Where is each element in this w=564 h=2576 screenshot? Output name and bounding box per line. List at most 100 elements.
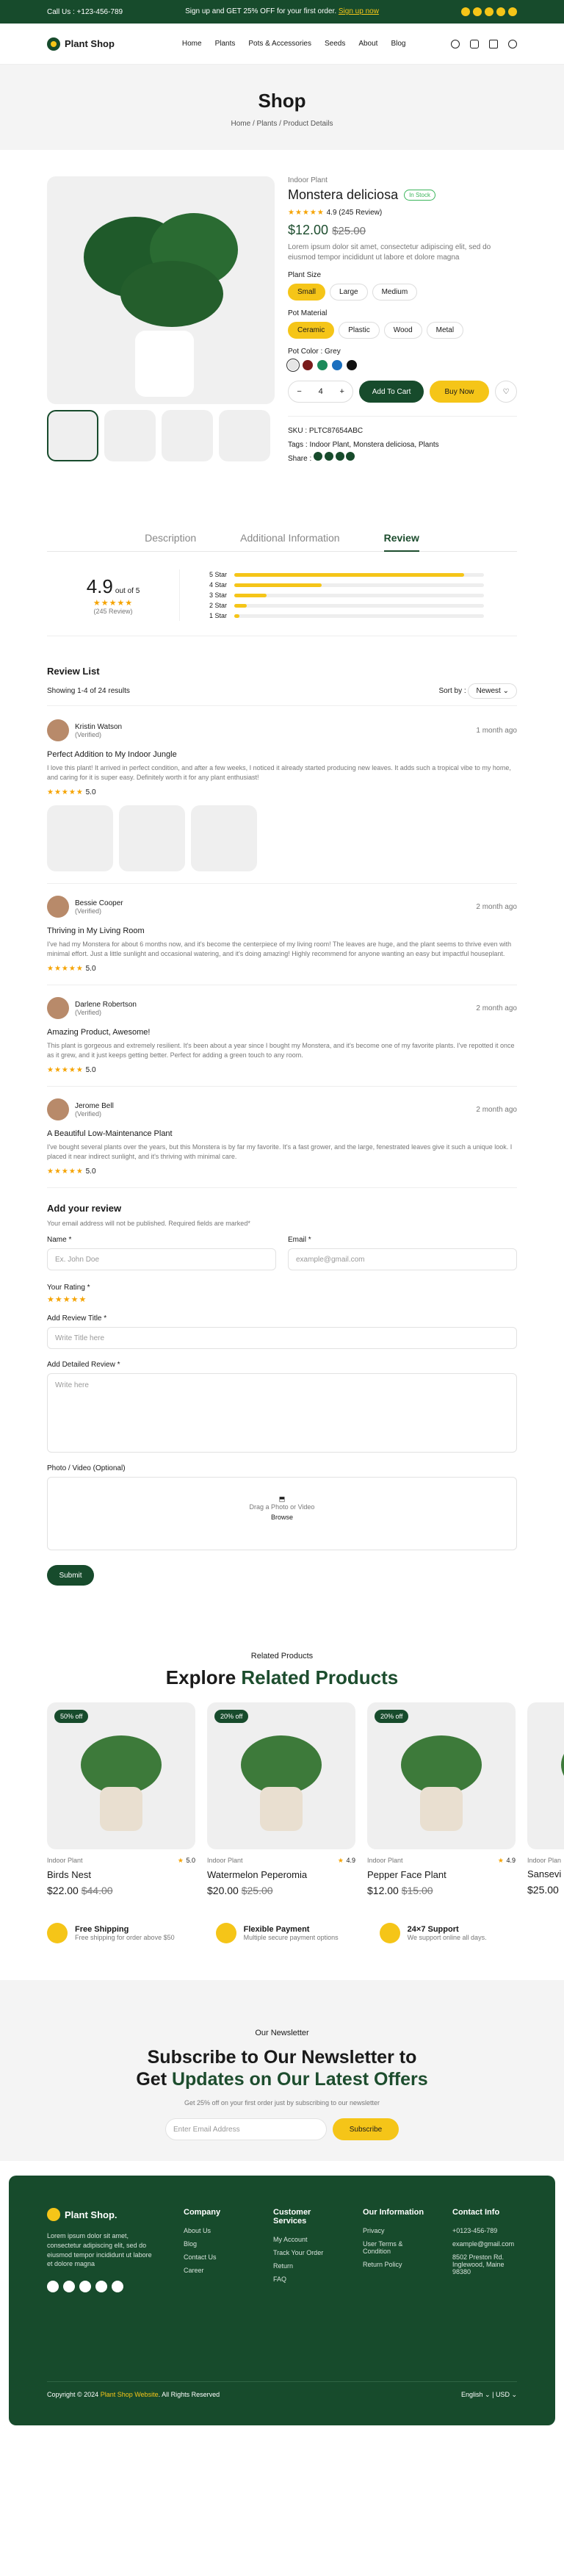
color-black[interactable]: [347, 360, 357, 370]
currency-select[interactable]: USD: [496, 2391, 510, 2398]
rating-input-stars[interactable]: ★★★★★: [47, 1295, 517, 1304]
color-blue[interactable]: [332, 360, 342, 370]
size-small[interactable]: Small: [288, 284, 326, 301]
footer-link[interactable]: Track Your Order: [273, 2249, 341, 2256]
footer-link[interactable]: 8502 Preston Rd. Inglewood, Maine 98380: [452, 2253, 517, 2275]
product-card[interactable]: Indoor Plan Sansevi $25.00: [527, 1702, 564, 1896]
cart-icon[interactable]: [489, 39, 498, 48]
breadcrumb-home[interactable]: Home: [231, 120, 251, 128]
nav-blog[interactable]: Blog: [391, 40, 405, 48]
nav-home[interactable]: Home: [182, 40, 202, 48]
footer-link[interactable]: Blog: [184, 2240, 251, 2248]
submit-button[interactable]: Submit: [47, 1565, 94, 1586]
share-facebook-icon[interactable]: [314, 452, 323, 461]
nav-pots[interactable]: Pots & Accessories: [248, 40, 311, 48]
footer-link[interactable]: example@gmail.com: [452, 2240, 517, 2248]
footer-link[interactable]: About Us: [184, 2227, 251, 2234]
review-detail-textarea[interactable]: Write here: [47, 1373, 517, 1453]
avatar: [47, 719, 69, 741]
tab-additional-info[interactable]: Additional Information: [240, 532, 339, 544]
footer-pinterest-icon[interactable]: [79, 2280, 91, 2292]
nav-about[interactable]: About: [358, 40, 377, 48]
newsletter-email-input[interactable]: Enter Email Address: [165, 2118, 327, 2141]
thumbnail-1[interactable]: [47, 410, 98, 461]
product-category: Indoor Plant: [288, 176, 328, 184]
footer-logo[interactable]: Plant Shop.: [47, 2208, 157, 2222]
thumbnail-4[interactable]: [219, 410, 270, 461]
language-select[interactable]: English: [461, 2391, 483, 2398]
name-input[interactable]: Ex. John Doe: [47, 1248, 276, 1271]
color-green[interactable]: [317, 360, 328, 370]
subscribe-button[interactable]: Subscribe: [333, 2118, 399, 2141]
size-medium[interactable]: Medium: [372, 284, 418, 301]
signup-link[interactable]: Sign up now: [339, 7, 379, 15]
product-card[interactable]: 20% off Indoor Plant ★ 4.9 Pepper Face Pl…: [367, 1702, 516, 1896]
browse-link[interactable]: Browse: [48, 1514, 516, 1521]
footer-whatsapp-icon[interactable]: [63, 2280, 75, 2292]
footer-facebook-icon[interactable]: [47, 2280, 59, 2292]
product-card[interactable]: 50% off Indoor Plant ★ 5.0 Birds Nest $22…: [47, 1702, 195, 1896]
footer-link[interactable]: Privacy: [363, 2227, 430, 2234]
thumbnail-3[interactable]: [162, 410, 213, 461]
footer-instagram-icon[interactable]: [95, 2280, 107, 2292]
upload-dropzone[interactable]: ⬒ Drag a Photo or Video Browse: [47, 1477, 517, 1551]
quantity-value[interactable]: 4: [319, 387, 323, 396]
email-input[interactable]: example@gmail.com: [288, 1248, 517, 1271]
nav-seeds[interactable]: Seeds: [325, 40, 345, 48]
footer-link[interactable]: +0123-456-789: [452, 2227, 517, 2234]
tab-review[interactable]: Review: [383, 532, 420, 552]
add-to-cart-button[interactable]: Add To Cart: [359, 381, 424, 403]
thumbnail-2[interactable]: [104, 410, 156, 461]
tab-bar: Description Additional Information Revie…: [47, 532, 517, 552]
feature-item: 24×7 Support We support online all days.: [379, 1923, 487, 1944]
product-card[interactable]: 20% off Indoor Plant ★ 4.9 Watermelon Pep…: [207, 1702, 355, 1896]
footer-link[interactable]: Return: [273, 2262, 341, 2270]
footer-link[interactable]: My Account: [273, 2236, 341, 2243]
review-title-input[interactable]: Write Title here: [47, 1327, 517, 1350]
footer-column-title: Company: [184, 2208, 221, 2217]
search-icon[interactable]: [451, 39, 460, 48]
user-icon[interactable]: [508, 39, 517, 48]
nav-plants[interactable]: Plants: [215, 40, 236, 48]
copyright-brand[interactable]: Plant Shop Website: [101, 2391, 159, 2398]
footer-link[interactable]: FAQ: [273, 2275, 341, 2283]
size-large[interactable]: Large: [330, 284, 368, 301]
feature-subtitle: Free shipping for order above $50: [75, 1934, 175, 1942]
share-link-icon[interactable]: [346, 452, 355, 461]
material-plastic[interactable]: Plastic: [339, 322, 380, 339]
material-metal[interactable]: Metal: [426, 322, 464, 339]
tab-description[interactable]: Description: [145, 532, 196, 544]
product-card-rating: 4.9: [346, 1857, 355, 1865]
product-old-price: $25.00: [332, 225, 366, 237]
product-description: Lorem ipsum dolor sit amet, consectetur …: [288, 243, 491, 262]
share-whatsapp-icon[interactable]: [324, 452, 333, 461]
rating-bars: 5 Star 4 Star 3 Star 2 Star 1 Star: [179, 569, 484, 621]
color-red[interactable]: [303, 360, 313, 370]
buy-now-button[interactable]: Buy Now: [429, 381, 490, 403]
out-of-text: out of 5: [115, 587, 140, 595]
review-item: Kristin Watson (Verified) 1 month ago Perf…: [47, 719, 517, 885]
review-image[interactable]: [47, 805, 113, 872]
footer-link[interactable]: Return Policy: [363, 2261, 430, 2268]
material-ceramic[interactable]: Ceramic: [288, 322, 335, 339]
footer-youtube-icon[interactable]: [112, 2280, 123, 2292]
color-grey[interactable]: [286, 359, 300, 372]
wishlist-heart-icon[interactable]: ♡: [495, 381, 517, 403]
plus-icon[interactable]: +: [340, 387, 344, 396]
footer-link[interactable]: User Terms & Condition: [363, 2240, 430, 2255]
review-images: [47, 805, 517, 872]
minus-icon[interactable]: −: [297, 387, 301, 396]
newsletter-subtext: Get 25% off on your first order just by …: [184, 2099, 380, 2107]
review-score: 5.0: [85, 1168, 96, 1176]
sort-select[interactable]: Newest ⌄: [468, 683, 517, 699]
review-image[interactable]: [119, 805, 185, 872]
material-wood[interactable]: Wood: [383, 322, 422, 339]
brand-logo[interactable]: Plant Shop: [47, 37, 115, 51]
heart-icon[interactable]: [470, 39, 479, 48]
footer-link[interactable]: Career: [184, 2267, 251, 2274]
share-pinterest-icon[interactable]: [335, 452, 344, 461]
footer-link[interactable]: Contact Us: [184, 2253, 251, 2261]
product-price: $12.00: [288, 223, 329, 237]
breadcrumb-plants[interactable]: Plants: [257, 120, 278, 128]
review-image[interactable]: [191, 805, 257, 872]
